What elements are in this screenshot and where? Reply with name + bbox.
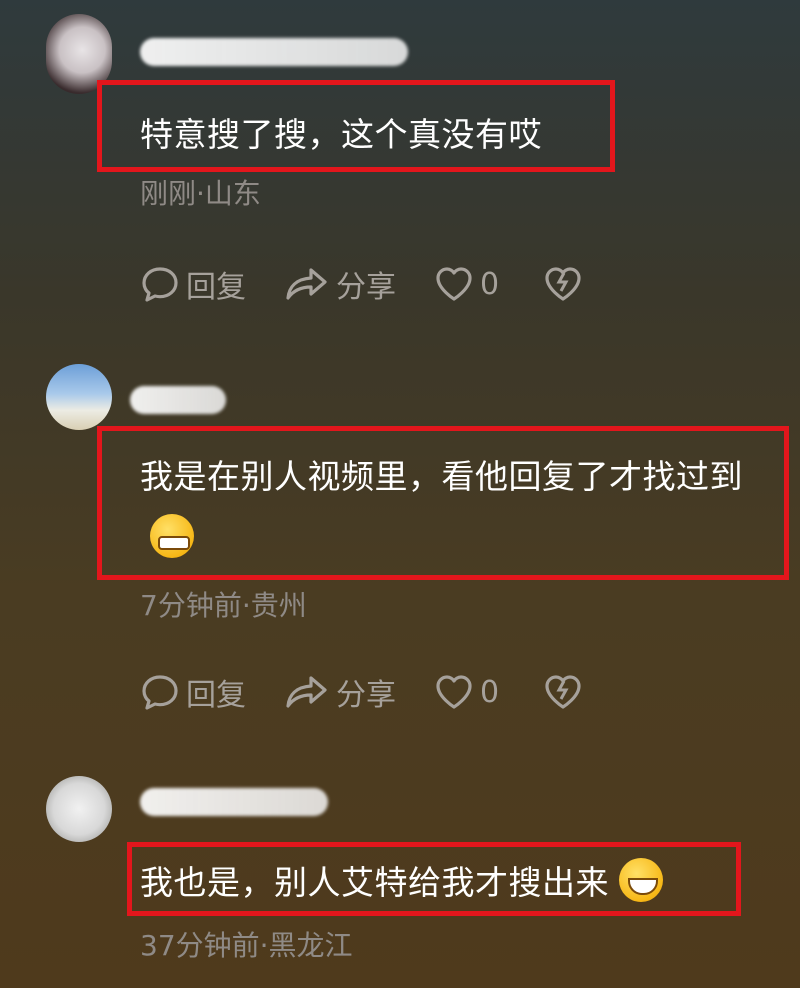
share-arrow-icon <box>286 676 327 708</box>
grinning-sweat-emoji <box>150 514 194 558</box>
comment-actions: 回复 分享 0 <box>140 262 627 306</box>
share-button[interactable]: 分享 <box>284 262 396 306</box>
heart-icon <box>436 267 472 301</box>
comment-meta: 37分钟前·黑龙江 <box>140 929 353 962</box>
reply-label: 回复 <box>186 678 246 713</box>
rolling-laughing-emoji <box>619 858 663 902</box>
comment-text: 我是在别人视频里，看他回复了才找过到 <box>140 446 780 570</box>
heart-icon <box>436 675 472 709</box>
like-button[interactable]: 0 <box>434 672 499 712</box>
like-button[interactable]: 0 <box>434 264 499 304</box>
reply-button[interactable]: 回复 <box>140 262 246 306</box>
share-arrow-icon <box>286 268 327 300</box>
comment-text-content: 我是在别人视频里，看他回复了才找过到 <box>140 457 743 496</box>
share-label: 分享 <box>336 678 396 713</box>
comment-actions: 回复 分享 0 <box>140 670 627 714</box>
comment-bubble-icon <box>142 675 178 710</box>
reply-button[interactable]: 回复 <box>140 670 246 714</box>
like-count: 0 <box>480 674 500 710</box>
share-label: 分享 <box>336 270 396 305</box>
reply-label: 回复 <box>186 270 246 305</box>
dislike-button[interactable] <box>543 264 589 304</box>
comment-text: 我也是，别人艾特给我才搜出来 <box>140 852 663 914</box>
broken-heart-icon <box>545 267 581 301</box>
comment-text-content: 我也是，别人艾特给我才搜出来 <box>140 863 609 902</box>
comment-meta: 7分钟前·贵州 <box>140 589 307 622</box>
broken-heart-icon <box>545 675 581 709</box>
avatar[interactable] <box>46 776 112 842</box>
dislike-button[interactable] <box>543 672 589 712</box>
share-button[interactable]: 分享 <box>284 670 396 714</box>
comment-meta: 刚刚·山东 <box>140 177 261 210</box>
comment-bubble-icon <box>142 267 178 302</box>
like-count: 0 <box>480 266 500 302</box>
avatar[interactable] <box>46 364 112 430</box>
username-redacted[interactable] <box>130 386 226 414</box>
username-redacted[interactable] <box>140 38 408 66</box>
comment-text: 特意搜了搜，这个真没有哎 <box>140 115 542 154</box>
username-redacted[interactable] <box>140 788 328 816</box>
